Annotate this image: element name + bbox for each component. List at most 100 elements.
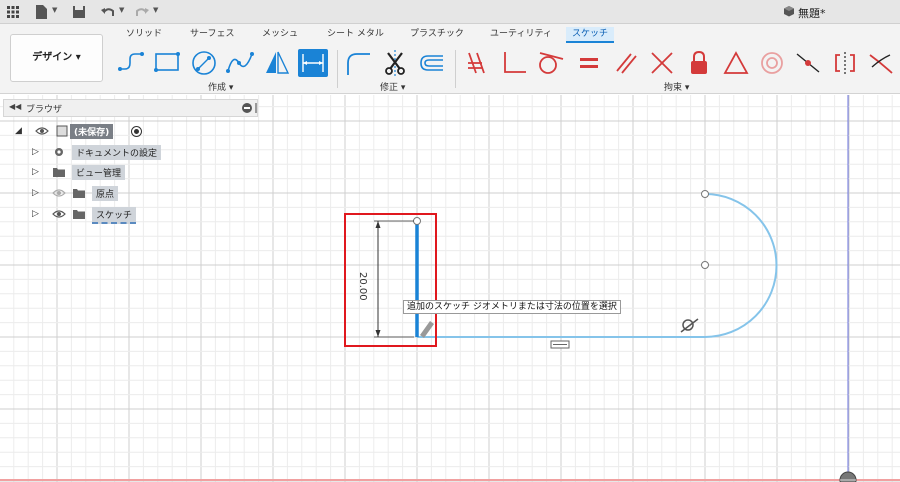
sketch-dimension-icon <box>302 54 324 72</box>
scissors-icon <box>385 50 405 76</box>
mirror-tool-icon <box>266 51 290 74</box>
triangle-icon <box>723 51 749 74</box>
redo-icon[interactable] <box>133 3 151 21</box>
rectangle-tool-icon <box>154 52 180 72</box>
tree-item-label: 原点 <box>92 186 119 201</box>
tree-item-label: スケッチ <box>92 207 137 224</box>
tangent-icon <box>539 52 564 74</box>
file-menu-caret-icon[interactable]: ▼ <box>52 6 57 14</box>
symmetry-constraint[interactable] <box>830 49 860 77</box>
dimension-value[interactable]: 20.00 <box>357 272 368 301</box>
offset-tool[interactable] <box>416 49 446 77</box>
coincident-icon <box>468 52 485 74</box>
folder-icon <box>73 210 85 219</box>
panel-grip-icon[interactable] <box>255 103 257 113</box>
parallel-constraint[interactable] <box>611 49 641 77</box>
document-cube-icon <box>784 6 794 17</box>
line-endpoint[interactable] <box>413 217 421 225</box>
sketch-dimension-tool[interactable] <box>298 49 328 77</box>
concentric-constraint[interactable] <box>757 49 787 77</box>
perpendicular-x-icon <box>651 52 673 74</box>
collinear-constraint[interactable] <box>793 49 823 77</box>
tree-item-sketches[interactable]: ▷ スケッチ <box>32 206 137 224</box>
toolbar-ribbon: ソリッド サーフェス メッシュ シート メタル プラスチック ユーティリティ ス… <box>0 24 900 94</box>
fix-constraint[interactable] <box>684 49 714 77</box>
circle-tool-icon <box>192 51 216 75</box>
arc-center-point[interactable] <box>701 261 709 269</box>
folder-icon <box>73 189 85 198</box>
root-label: (未保存) <box>70 124 114 139</box>
expand-triangle-icon[interactable]: ◢ <box>15 126 22 136</box>
tree-item-named-views[interactable]: ▷ ビュー管理 <box>32 164 127 180</box>
redo-caret-icon[interactable]: ▼ <box>153 6 158 14</box>
tab-utility[interactable]: ユーティリティ <box>490 27 552 43</box>
tab-sheet-metal[interactable]: シート メタル <box>327 27 384 43</box>
constrain-group-label[interactable]: 拘束 ▾ <box>664 80 689 93</box>
tab-surface[interactable]: サーフェス <box>190 27 234 43</box>
expand-triangle-icon[interactable]: ▷ <box>32 209 39 219</box>
modify-group-label[interactable]: 修正 ▾ <box>380 80 405 93</box>
spline-tool[interactable] <box>225 49 255 77</box>
workspace-selector[interactable]: デザイン ▾ <box>10 34 103 82</box>
tree-item-label: ドキュメントの設定 <box>72 145 162 160</box>
tab-mesh[interactable]: メッシュ <box>262 27 298 43</box>
expand-triangle-icon[interactable]: ▷ <box>32 188 39 198</box>
midpoint-constraint[interactable] <box>721 49 751 77</box>
arc-endpoint[interactable] <box>701 190 709 198</box>
document-title: 無題* <box>798 7 826 20</box>
ribbon-separator <box>337 50 338 88</box>
tree-item-label: ビュー管理 <box>72 165 126 180</box>
curvature-constraint[interactable] <box>866 49 896 77</box>
fusion-window: ▼ ▼ ▼ 無題* ソリッド サーフェス メッシュ シート メタル プラスチック… <box>0 0 900 482</box>
rectangle-tool[interactable] <box>152 49 182 77</box>
perpendicular-icon <box>504 52 526 73</box>
collinear-icon <box>796 53 820 73</box>
fillet-tool[interactable] <box>344 49 374 77</box>
minimize-icon[interactable] <box>242 103 252 113</box>
curvature-icon <box>869 54 893 74</box>
circle-tool[interactable] <box>189 49 219 77</box>
tangent-constraint[interactable] <box>535 49 565 77</box>
browser-title: ブラウザ <box>26 105 63 115</box>
eye-hidden-icon[interactable] <box>52 187 66 199</box>
coincident-constraint[interactable] <box>462 49 492 77</box>
parallel-icon <box>616 53 637 74</box>
file-icon[interactable] <box>32 3 50 21</box>
expand-triangle-icon[interactable]: ▷ <box>32 147 39 157</box>
tree-item-document-settings[interactable]: ▷ ドキュメントの設定 <box>32 144 162 160</box>
lock-icon <box>691 50 707 74</box>
grid-icon[interactable] <box>4 3 22 21</box>
browser-panel-header[interactable]: ◀◀ ブラウザ <box>3 99 258 117</box>
active-radio-icon[interactable] <box>131 126 142 137</box>
undo-caret-icon[interactable]: ▼ <box>119 6 124 14</box>
concentric-icon <box>761 52 783 74</box>
trim-tool[interactable] <box>380 49 410 77</box>
symmetry-icon <box>835 52 855 74</box>
eye-icon[interactable] <box>35 125 49 137</box>
fillet-tool-icon <box>347 53 370 75</box>
spline-tool-icon <box>226 52 254 73</box>
tab-sketch[interactable]: スケッチ <box>566 27 615 43</box>
collapse-icon[interactable]: ◀◀ <box>9 102 21 111</box>
expand-triangle-icon[interactable]: ▷ <box>32 167 39 177</box>
title-bar: ▼ ▼ ▼ 無題* <box>0 0 900 24</box>
equal-icon <box>580 58 598 68</box>
undo-icon[interactable] <box>99 3 117 21</box>
tab-plastic[interactable]: プラスチック <box>410 27 464 43</box>
line-tool[interactable] <box>116 49 146 77</box>
offset-tool-icon <box>420 55 443 71</box>
ribbon-separator <box>455 50 456 88</box>
equal-constraint[interactable] <box>574 49 604 77</box>
mirror-tool[interactable] <box>262 49 292 77</box>
create-group-label[interactable]: 作成 ▾ <box>208 80 233 93</box>
line-tool-icon <box>118 52 144 71</box>
eye-icon[interactable] <box>52 208 66 220</box>
tab-solid[interactable]: ソリッド <box>126 27 162 43</box>
dimension-arrow-bottom <box>375 330 381 337</box>
gear-icon <box>55 148 63 156</box>
perpendicular-constraint[interactable] <box>499 49 529 77</box>
save-icon[interactable] <box>70 3 88 21</box>
perpendicular-x-constraint[interactable] <box>647 49 677 77</box>
tree-root[interactable]: ◢ (未保存) <box>15 123 155 139</box>
tree-item-origin[interactable]: ▷ 原点 <box>32 185 127 201</box>
